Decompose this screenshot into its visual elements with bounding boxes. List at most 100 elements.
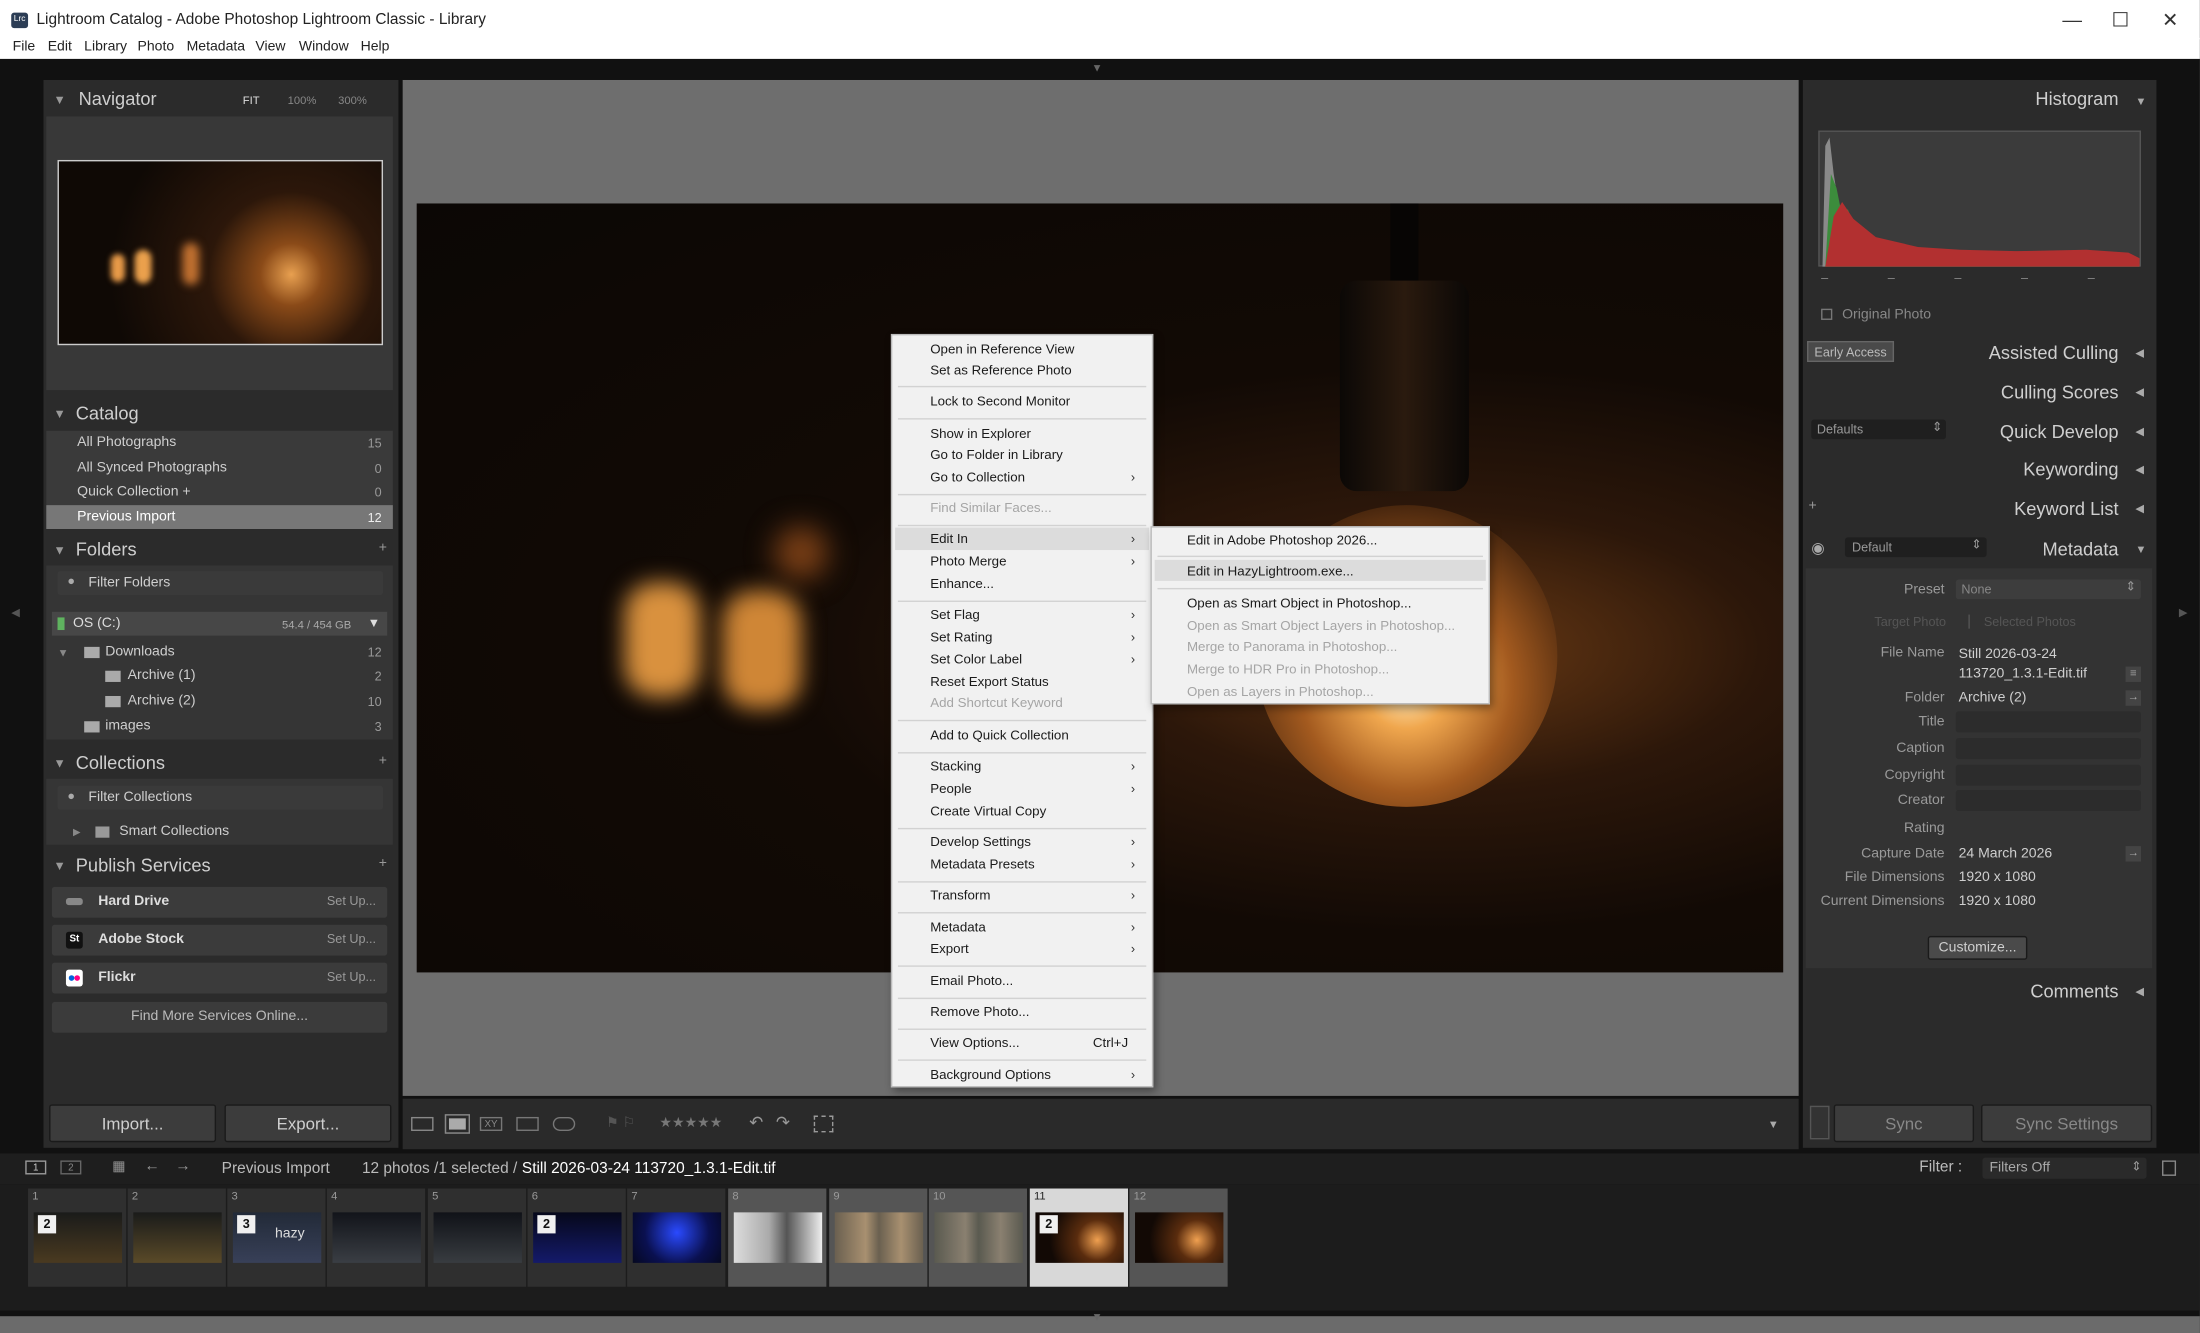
expand-icon[interactable]: ◀: [2135, 386, 2144, 399]
film-thumbnail[interactable]: 8: [728, 1188, 827, 1287]
menu-view[interactable]: View: [255, 39, 285, 54]
add-folder-icon[interactable]: +: [379, 540, 387, 555]
rating-stars[interactable]: ★★★★★: [659, 1116, 722, 1131]
list-icon[interactable]: ≡: [2125, 666, 2141, 682]
source-label[interactable]: Previous Import: [222, 1160, 330, 1177]
original-photo-checkbox[interactable]: [1821, 308, 1833, 320]
zoom-fit[interactable]: FIT: [243, 94, 260, 107]
selected-photos-tab[interactable]: Selected Photos: [1984, 615, 2076, 629]
submenu-edit-in-hazylightroom[interactable]: Edit in HazyLightroom.exe...: [1187, 564, 1354, 579]
folder-downloads[interactable]: Downloads: [105, 644, 174, 659]
setup-button[interactable]: Set Up...: [327, 970, 376, 984]
import-button[interactable]: Import...: [49, 1104, 217, 1143]
title-field[interactable]: [1955, 711, 2141, 733]
compare-view-icon[interactable]: XY: [479, 1116, 503, 1131]
setup-button[interactable]: Set Up...: [327, 932, 376, 946]
survey-view-icon[interactable]: [516, 1116, 539, 1131]
film-thumbnail[interactable]: 7: [627, 1188, 726, 1287]
publish-hard-drive[interactable]: Hard Drive Set Up...: [51, 886, 388, 918]
menu-email-photo[interactable]: Email Photo...: [930, 974, 1013, 989]
go-to-folder-icon[interactable]: →: [2125, 690, 2141, 706]
metadata-preset-select[interactable]: None ⇕: [1955, 579, 2141, 600]
caption-field[interactable]: [1955, 738, 2141, 760]
rotate-left-icon[interactable]: ↶: [749, 1113, 763, 1133]
menu-create-virtual-copy[interactable]: Create Virtual Copy: [930, 804, 1046, 819]
film-thumbnail[interactable]: 4: [326, 1188, 426, 1287]
zoom-100[interactable]: 100%: [288, 94, 317, 107]
menu-photo[interactable]: Photo: [137, 39, 174, 54]
menu-show-in-explorer[interactable]: Show in Explorer: [930, 427, 1031, 442]
film-thumbnail[interactable]: 12: [28, 1188, 127, 1287]
keywording-title[interactable]: Keywording: [2023, 459, 2118, 480]
right-panel-toggle-icon[interactable]: ▶: [2179, 606, 2188, 619]
sync-settings-button[interactable]: Sync Settings: [1981, 1104, 2153, 1143]
folder-images[interactable]: images: [105, 718, 150, 733]
assisted-culling-title[interactable]: Assisted Culling: [1989, 342, 2119, 363]
loupe-view-icon[interactable]: [444, 1114, 471, 1134]
submenu-open-as-smart-object[interactable]: Open as Smart Object in Photoshop...: [1187, 596, 1412, 611]
menu-metadata[interactable]: Metadata: [187, 39, 246, 54]
menu-set-as-reference-photo[interactable]: Set as Reference Photo: [930, 363, 1072, 378]
menu-set-flag[interactable]: Set Flag: [930, 608, 980, 623]
menu-open-in-reference-view[interactable]: Open in Reference View: [930, 342, 1074, 357]
menu-go-to-folder[interactable]: Go to Folder in Library: [930, 448, 1063, 463]
catalog-item-all-photographs[interactable]: All Photographs: [77, 435, 176, 450]
menu-metadata-presets[interactable]: Metadata Presets: [930, 857, 1034, 872]
film-thumbnail[interactable]: 9: [829, 1188, 928, 1287]
flag-icon[interactable]: ⚑ ⚐: [606, 1116, 635, 1131]
menu-go-to-collection[interactable]: Go to Collection: [930, 470, 1025, 485]
maximize-icon[interactable]: ☐: [2112, 8, 2130, 32]
sync-button[interactable]: Sync: [1833, 1104, 1975, 1143]
film-thumbnail[interactable]: 3 hazy 3: [227, 1188, 326, 1287]
filter-collections-input[interactable]: ● Filter Collections: [57, 785, 384, 810]
close-icon[interactable]: ✕: [2162, 8, 2178, 32]
publish-flickr[interactable]: Flickr Set Up...: [51, 962, 388, 994]
toolbar-options-icon[interactable]: ▼: [1768, 1118, 1779, 1131]
eye-icon[interactable]: ◉: [1811, 539, 1824, 557]
expand-icon[interactable]: ◀: [2135, 347, 2144, 360]
expand-icon[interactable]: ▶: [73, 826, 81, 838]
filter-lock-icon[interactable]: [2162, 1160, 2177, 1176]
folder-archive-1[interactable]: Archive (1): [128, 668, 196, 683]
menu-background-options[interactable]: Background Options: [930, 1068, 1051, 1083]
menu-view-options[interactable]: View Options...: [930, 1036, 1019, 1051]
film-thumbnail[interactable]: 10: [928, 1188, 1027, 1287]
keyword-list-title[interactable]: Keyword List: [2014, 498, 2118, 519]
setup-button[interactable]: Set Up...: [327, 894, 376, 908]
menu-transform[interactable]: Transform: [930, 888, 990, 903]
filter-select[interactable]: Filters Off ⇕: [1982, 1157, 2147, 1179]
navigator-preview[interactable]: [57, 159, 384, 346]
menu-set-rating[interactable]: Set Rating: [930, 630, 992, 645]
metadata-title[interactable]: Metadata: [2042, 539, 2118, 560]
people-view-icon[interactable]: [552, 1116, 576, 1131]
menu-set-color-label[interactable]: Set Color Label: [930, 652, 1022, 667]
expand-icon[interactable]: ◀: [2135, 463, 2144, 476]
add-keyword-icon[interactable]: +: [1808, 498, 1816, 513]
menu-library[interactable]: Library: [84, 39, 127, 54]
menu-develop-settings[interactable]: Develop Settings: [930, 835, 1031, 850]
expand-icon[interactable]: ▼: [58, 647, 69, 660]
creator-field[interactable]: [1955, 790, 2141, 812]
film-thumbnail[interactable]: 5: [427, 1188, 527, 1287]
add-publish-icon[interactable]: +: [379, 856, 387, 871]
folder-archive-2[interactable]: Archive (2): [128, 693, 196, 708]
secondary-window-icon[interactable]: 2: [60, 1160, 82, 1175]
menu-lock-to-second-monitor[interactable]: Lock to Second Monitor: [930, 394, 1070, 409]
folders-collapse-icon[interactable]: ▼: [53, 543, 66, 557]
film-thumbnail[interactable]: 2: [127, 1188, 226, 1287]
catalog-item-all-synced[interactable]: All Synced Photographs: [77, 460, 227, 475]
film-thumbnail[interactable]: 62: [527, 1188, 626, 1287]
navigator-collapse-icon[interactable]: ▼: [53, 93, 66, 107]
volume-row[interactable]: OS (C:) 54.4 / 454 GB ▼: [51, 611, 388, 636]
menu-people[interactable]: People: [930, 782, 972, 797]
top-panel-toggle-icon[interactable]: ▼: [1092, 62, 1103, 75]
collapse-icon[interactable]: ▼: [2135, 95, 2146, 108]
crop-overlay-icon[interactable]: [813, 1115, 834, 1133]
menu-export[interactable]: Export: [930, 942, 969, 957]
export-button[interactable]: Export...: [224, 1104, 392, 1143]
minimize-icon[interactable]: —: [2062, 8, 2082, 30]
culling-scores-title[interactable]: Culling Scores: [2001, 382, 2119, 403]
grid-view-icon[interactable]: [411, 1116, 434, 1131]
customize-button[interactable]: Customize...: [1927, 935, 2028, 960]
bottom-panel-toggle-icon[interactable]: ▼: [1092, 1311, 1103, 1324]
